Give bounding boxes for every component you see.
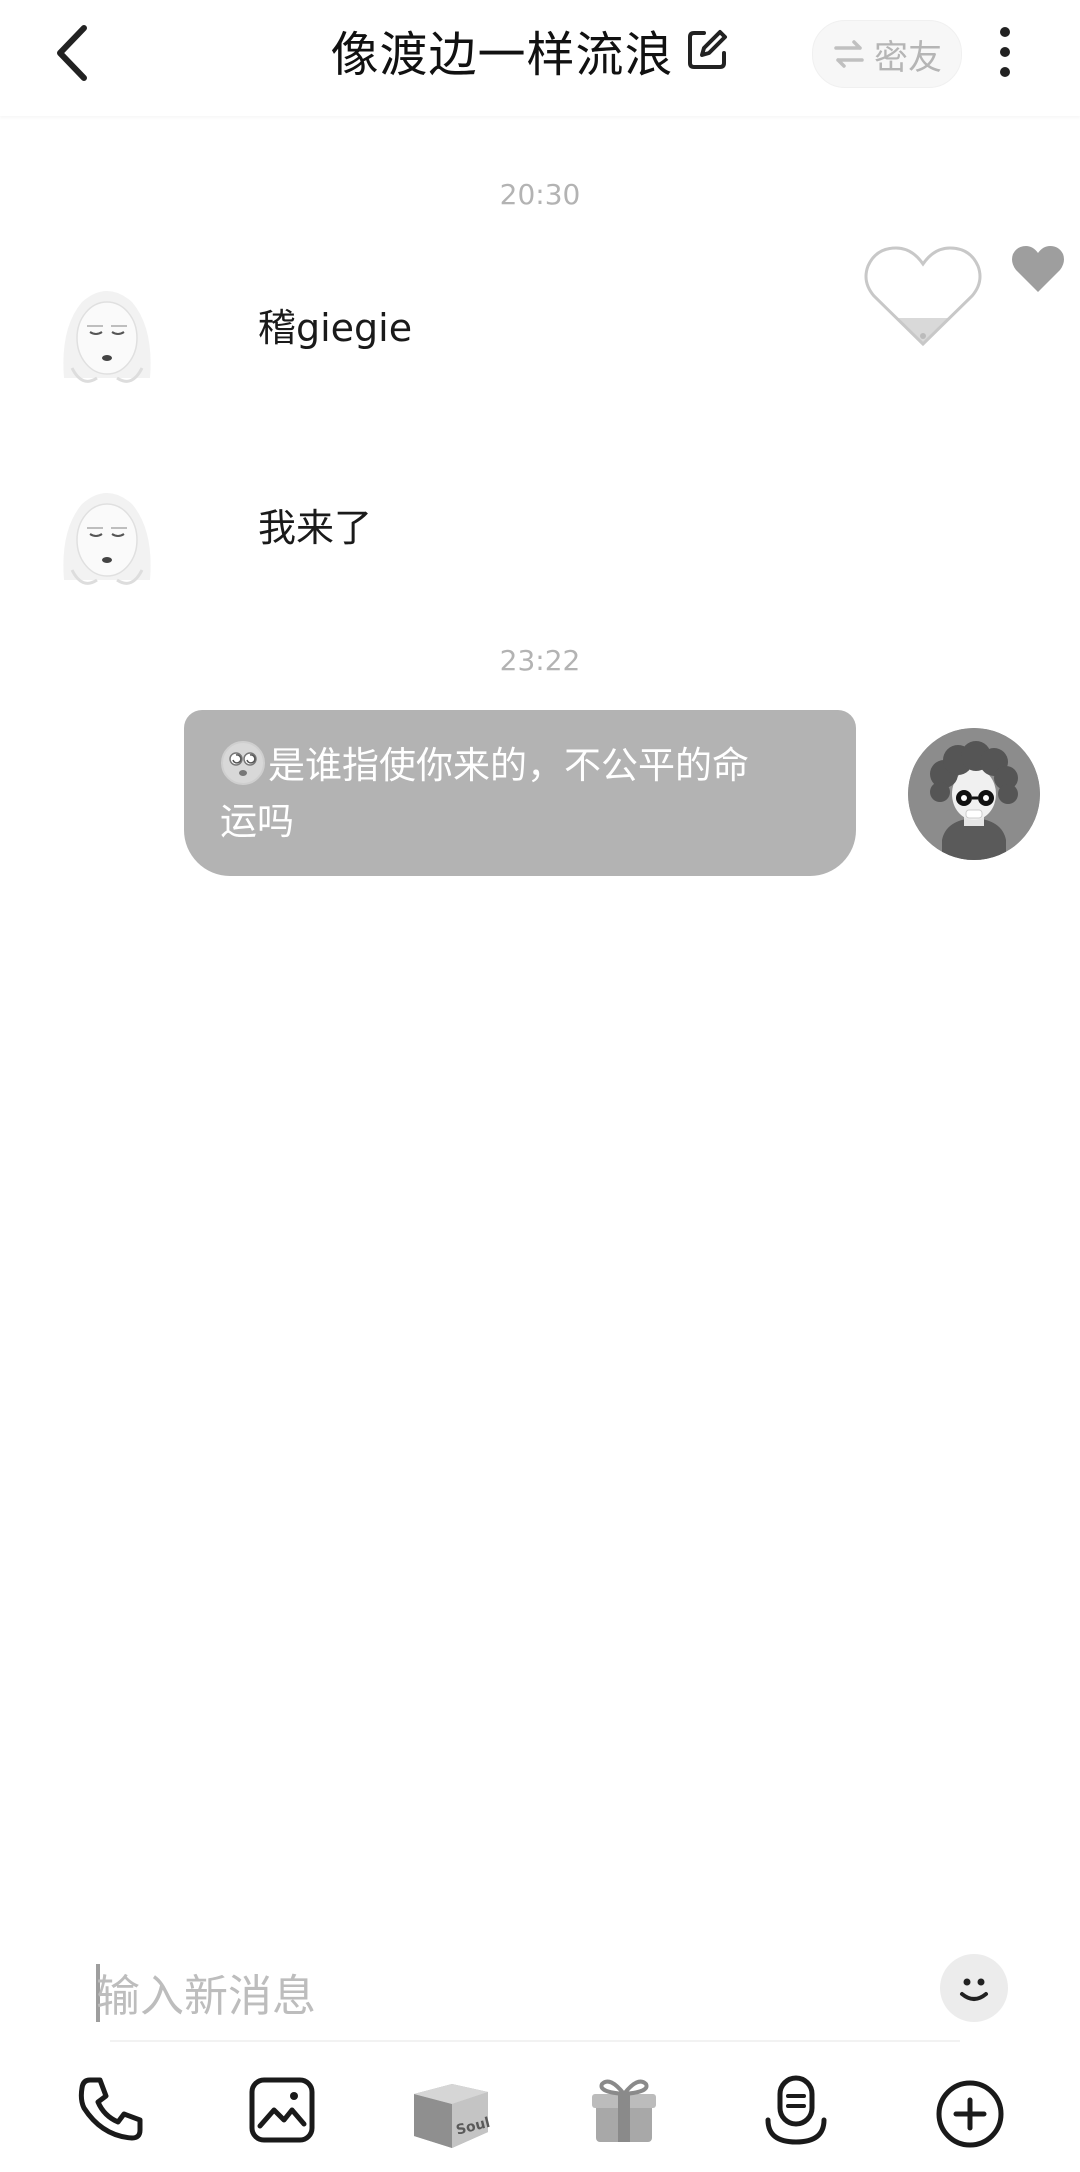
avatar-illustration [42, 268, 172, 398]
chat-screen: 像渡边一样流浪 密友 20:30 稽giegie 我来了 23:22 是谁指使你… [0, 0, 1080, 2172]
more-actions-button[interactable] [930, 2074, 1010, 2154]
close-friend-label: 密友 [874, 37, 942, 78]
top-bar: 像渡边一样流浪 密友 [0, 0, 1080, 116]
intimacy-heart-icon[interactable] [862, 244, 984, 352]
sent-message-line: 是谁指使你来的，不公平的命 [220, 738, 828, 794]
emoji-icon [960, 1978, 988, 2001]
box-icon: Soul [414, 2084, 492, 2148]
contact-avatar[interactable] [42, 268, 172, 398]
swap-icon [834, 40, 864, 68]
gift-button[interactable] [584, 2070, 664, 2150]
sent-message-bubble[interactable]: 是谁指使你来的，不公平的命 运吗 [184, 710, 856, 876]
received-message[interactable]: 我来了 [258, 497, 372, 552]
gift-icon [592, 2079, 656, 2142]
image-icon [249, 2077, 315, 2143]
received-message[interactable]: 稽giegie [258, 297, 412, 352]
more-options-button[interactable] [990, 22, 1020, 82]
my-avatar[interactable] [908, 728, 1040, 860]
back-button[interactable] [40, 18, 110, 88]
emoji-button[interactable] [940, 1954, 1008, 2022]
voice-call-button[interactable] [70, 2070, 150, 2150]
back-icon [57, 25, 87, 81]
avatar-illustration [908, 728, 1040, 860]
contact-avatar[interactable] [42, 470, 172, 600]
composer-divider [110, 2040, 960, 2042]
close-friend-button[interactable]: 密友 [812, 20, 962, 88]
message-input[interactable]: 输入新消息 [96, 1950, 966, 2044]
sent-message-line: 运吗 [220, 800, 294, 843]
more-icon [1000, 27, 1010, 77]
timestamp: 23:22 [499, 644, 581, 677]
voice-match-icon [765, 2075, 827, 2145]
avatar-illustration [42, 470, 172, 600]
plus-icon [936, 2080, 1004, 2148]
photo-button[interactable] [242, 2070, 322, 2150]
phone-icon [78, 2077, 143, 2141]
soul-box-button[interactable]: Soul [408, 2070, 492, 2150]
message-input-placeholder: 输入新消息 [96, 1971, 316, 2022]
edit-icon[interactable] [684, 27, 730, 73]
timestamp: 20:30 [499, 178, 581, 211]
dizzy-face-emoji-icon [221, 741, 265, 785]
chat-title[interactable]: 像渡边一样流浪 [330, 15, 673, 85]
sent-message-text: 是谁指使你来的，不公平的命 [268, 744, 749, 787]
voice-match-button[interactable] [756, 2070, 836, 2150]
heart-icon[interactable] [1010, 244, 1066, 294]
title-area: 像渡边一样流浪 [280, 0, 780, 100]
